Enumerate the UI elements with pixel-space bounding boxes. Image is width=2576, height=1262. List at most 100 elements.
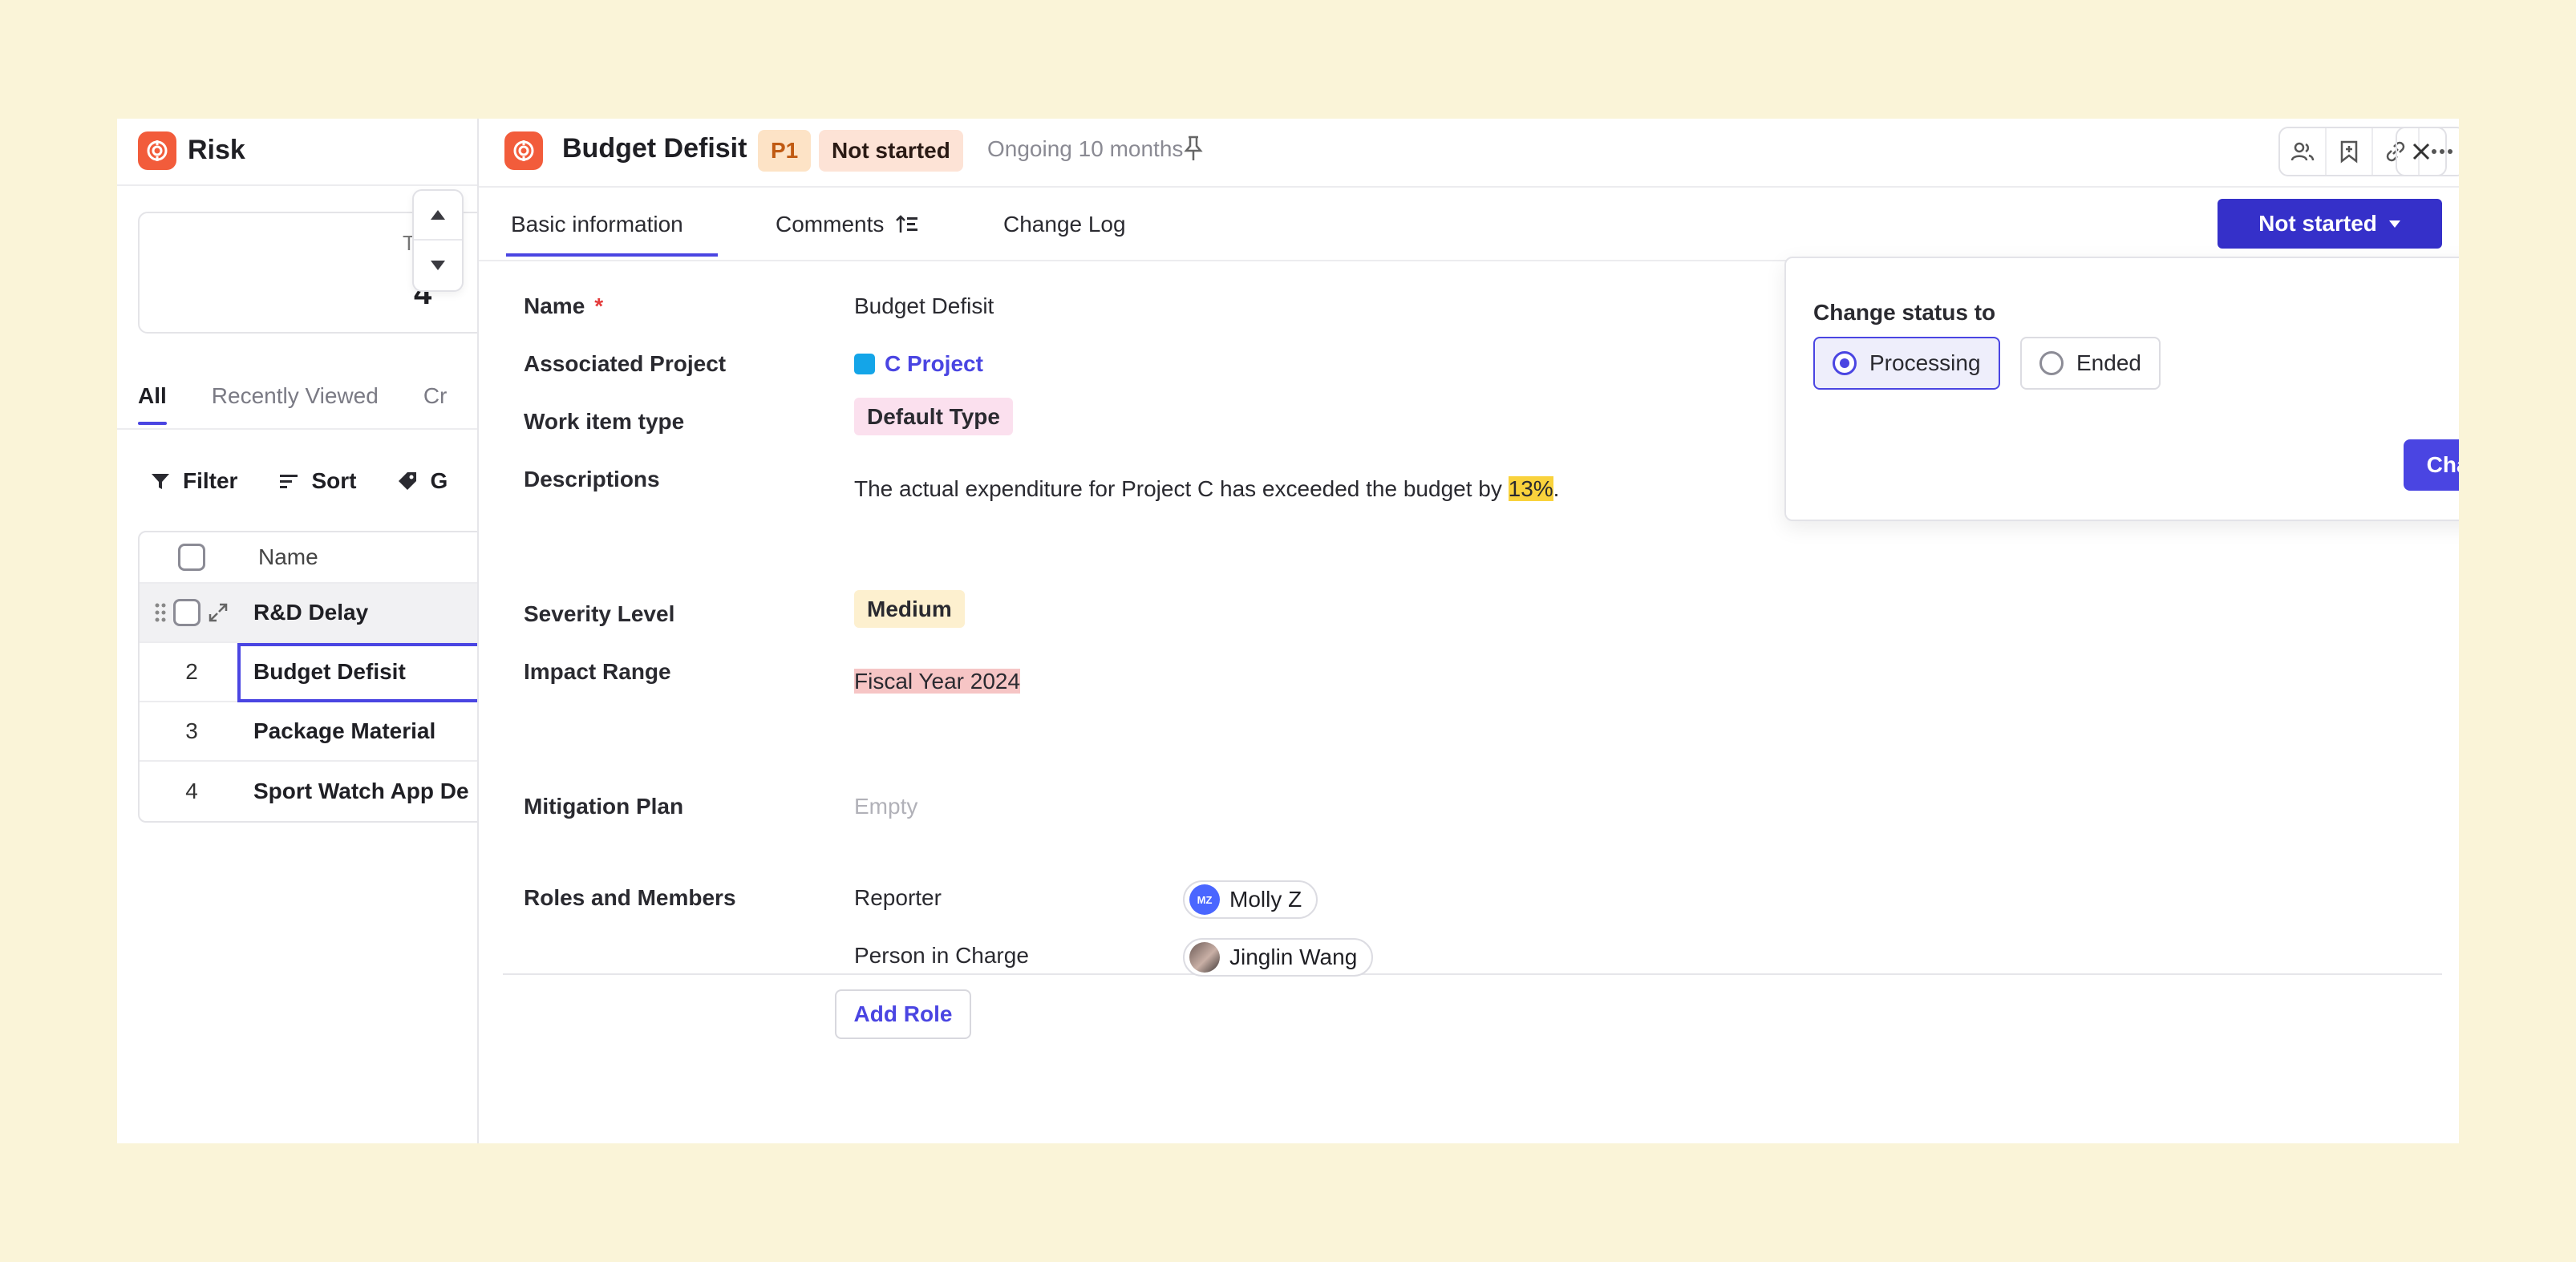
- close-icon: [2412, 143, 2430, 160]
- tab-recently-viewed[interactable]: Recently Viewed: [212, 383, 379, 409]
- app-title: Risk: [188, 135, 245, 165]
- bookmark-button[interactable]: [2327, 128, 2373, 175]
- select-all-checkbox[interactable]: [178, 544, 205, 571]
- group-label: G: [430, 468, 448, 493]
- record-stepper: [412, 189, 464, 292]
- app-window: Risk T 4 All Recently Viewed Cr Filter S…: [117, 119, 2459, 1143]
- change-button[interactable]: Change: [2404, 439, 2459, 491]
- priority-badge[interactable]: P1: [758, 130, 812, 172]
- description-end: .: [1553, 476, 1560, 501]
- field-label-descriptions: Descriptions: [524, 467, 660, 491]
- impact-highlight: Fiscal Year 2024: [854, 669, 1021, 694]
- row-checkbox[interactable]: [173, 599, 200, 626]
- risk-list-panel: Risk T 4 All Recently Viewed Cr Filter S…: [117, 119, 477, 1143]
- row-name: R&D Delay: [253, 600, 369, 625]
- divider: [117, 428, 477, 430]
- status-option-processing[interactable]: Processing: [1813, 337, 2000, 390]
- selected-cell-outline: [237, 643, 477, 702]
- description-text: The actual expenditure for Project C has…: [854, 476, 1509, 501]
- tab-basic-information[interactable]: Basic information: [506, 212, 776, 257]
- chevron-up-icon: [431, 210, 445, 220]
- status-option-ended[interactable]: Ended: [2020, 337, 2161, 390]
- required-marker: *: [594, 293, 604, 318]
- field-label-name: Name *: [524, 293, 603, 319]
- table-row[interactable]: 3 Package Material: [140, 702, 477, 762]
- chevron-down-icon: [431, 261, 445, 270]
- previous-record-button[interactable]: [414, 191, 462, 241]
- detail-tabs: Basic information Comments Change Log: [506, 212, 1126, 257]
- sort-button[interactable]: Sort: [277, 468, 356, 494]
- expand-icon[interactable]: [207, 601, 229, 624]
- popover-title: Change status to: [1813, 300, 1996, 325]
- field-value-name[interactable]: Budget Defisit: [854, 293, 994, 319]
- tab-label: Basic information: [511, 212, 683, 237]
- risk-logo-icon: [138, 131, 176, 170]
- work-item-type-tag: Default Type: [854, 398, 1013, 435]
- radio-button[interactable]: [1833, 351, 1857, 375]
- sort-label: Sort: [311, 468, 357, 493]
- divider: [117, 184, 477, 186]
- field-value-impact[interactable]: Fiscal Year 2024: [854, 669, 1021, 694]
- close-button[interactable]: [2396, 127, 2447, 176]
- divider: [503, 973, 2442, 975]
- list-toolbar: Filter Sort G: [149, 468, 448, 494]
- group-button[interactable]: G: [396, 468, 448, 494]
- risk-logo-icon: [504, 131, 543, 170]
- next-record-button[interactable]: [414, 241, 462, 290]
- sort-icon: [280, 475, 298, 488]
- ongoing-duration: Ongoing 10 months: [987, 136, 1184, 161]
- field-value-work-item-type[interactable]: Default Type: [854, 398, 1013, 435]
- sort-order-icon[interactable]: [895, 213, 919, 236]
- avatar: [1189, 942, 1220, 973]
- radio-button[interactable]: [2039, 351, 2064, 375]
- severity-tag: Medium: [854, 590, 965, 628]
- tab-created[interactable]: Cr: [423, 383, 448, 409]
- view-tabs: All Recently Viewed Cr: [138, 383, 448, 425]
- table-row[interactable]: 2 Budget Defisit: [140, 643, 477, 702]
- option-label: Ended: [2076, 350, 2141, 375]
- label-text: Name: [524, 293, 585, 318]
- table-row[interactable]: 4 Sport Watch App De: [140, 762, 477, 821]
- project-link[interactable]: C Project: [885, 351, 983, 376]
- tab-label: Comments: [776, 212, 885, 237]
- member-chip-person-in-charge[interactable]: Jinglin Wang: [1183, 938, 1374, 977]
- change-status-popover: Change status to Processing Ended Change: [1784, 257, 2459, 521]
- field-value-project[interactable]: C Project: [854, 351, 983, 377]
- field-value-mitigation[interactable]: Empty: [854, 794, 917, 819]
- add-role-button[interactable]: Add Role: [835, 989, 971, 1039]
- row-name: Package Material: [253, 718, 436, 743]
- table-row[interactable]: R&D Delay: [140, 584, 477, 643]
- members-button[interactable]: [2280, 128, 2327, 175]
- select-all-cell: [140, 544, 244, 571]
- status-badge: Not started: [819, 130, 963, 172]
- status-dropdown-button[interactable]: Not started: [2218, 199, 2442, 249]
- column-header-name: Name: [258, 544, 318, 569]
- avatar: MZ: [1189, 884, 1220, 915]
- field-label-severity: Severity Level: [524, 601, 675, 626]
- tab-label: Change Log: [1003, 212, 1126, 237]
- caret-down-icon: [2388, 220, 2400, 228]
- table-header: Name: [140, 532, 477, 584]
- pin-icon[interactable]: [1181, 135, 1205, 168]
- tag-icon: [399, 472, 417, 490]
- risk-table: Name R&D Delay 2 Budget Defisit 3 Packag…: [138, 531, 477, 823]
- filter-icon: [152, 474, 169, 489]
- role-reporter: Reporter: [854, 885, 942, 910]
- row-name: Sport Watch App De: [253, 779, 469, 803]
- role-person-in-charge: Person in Charge: [854, 943, 1029, 968]
- field-value-severity[interactable]: Medium: [854, 590, 965, 628]
- row-number: 4: [185, 779, 198, 803]
- item-title[interactable]: Budget Defisit: [562, 133, 747, 164]
- tab-all[interactable]: All: [138, 383, 167, 425]
- filter-button[interactable]: Filter: [149, 468, 237, 494]
- tab-comments[interactable]: Comments: [776, 212, 1003, 237]
- tab-change-log[interactable]: Change Log: [1003, 212, 1126, 237]
- member-chip-reporter[interactable]: MZ Molly Z: [1183, 880, 1318, 919]
- members-icon: [2290, 142, 2315, 161]
- roles-label: Roles and Members: [524, 885, 736, 910]
- filter-label: Filter: [183, 468, 238, 493]
- field-value-descriptions[interactable]: The actual expenditure for Project C has…: [854, 476, 1559, 502]
- divider: [479, 186, 2459, 188]
- page-background: Risk T 4 All Recently Viewed Cr Filter S…: [0, 0, 2576, 1262]
- drag-handle-icon[interactable]: [154, 601, 167, 625]
